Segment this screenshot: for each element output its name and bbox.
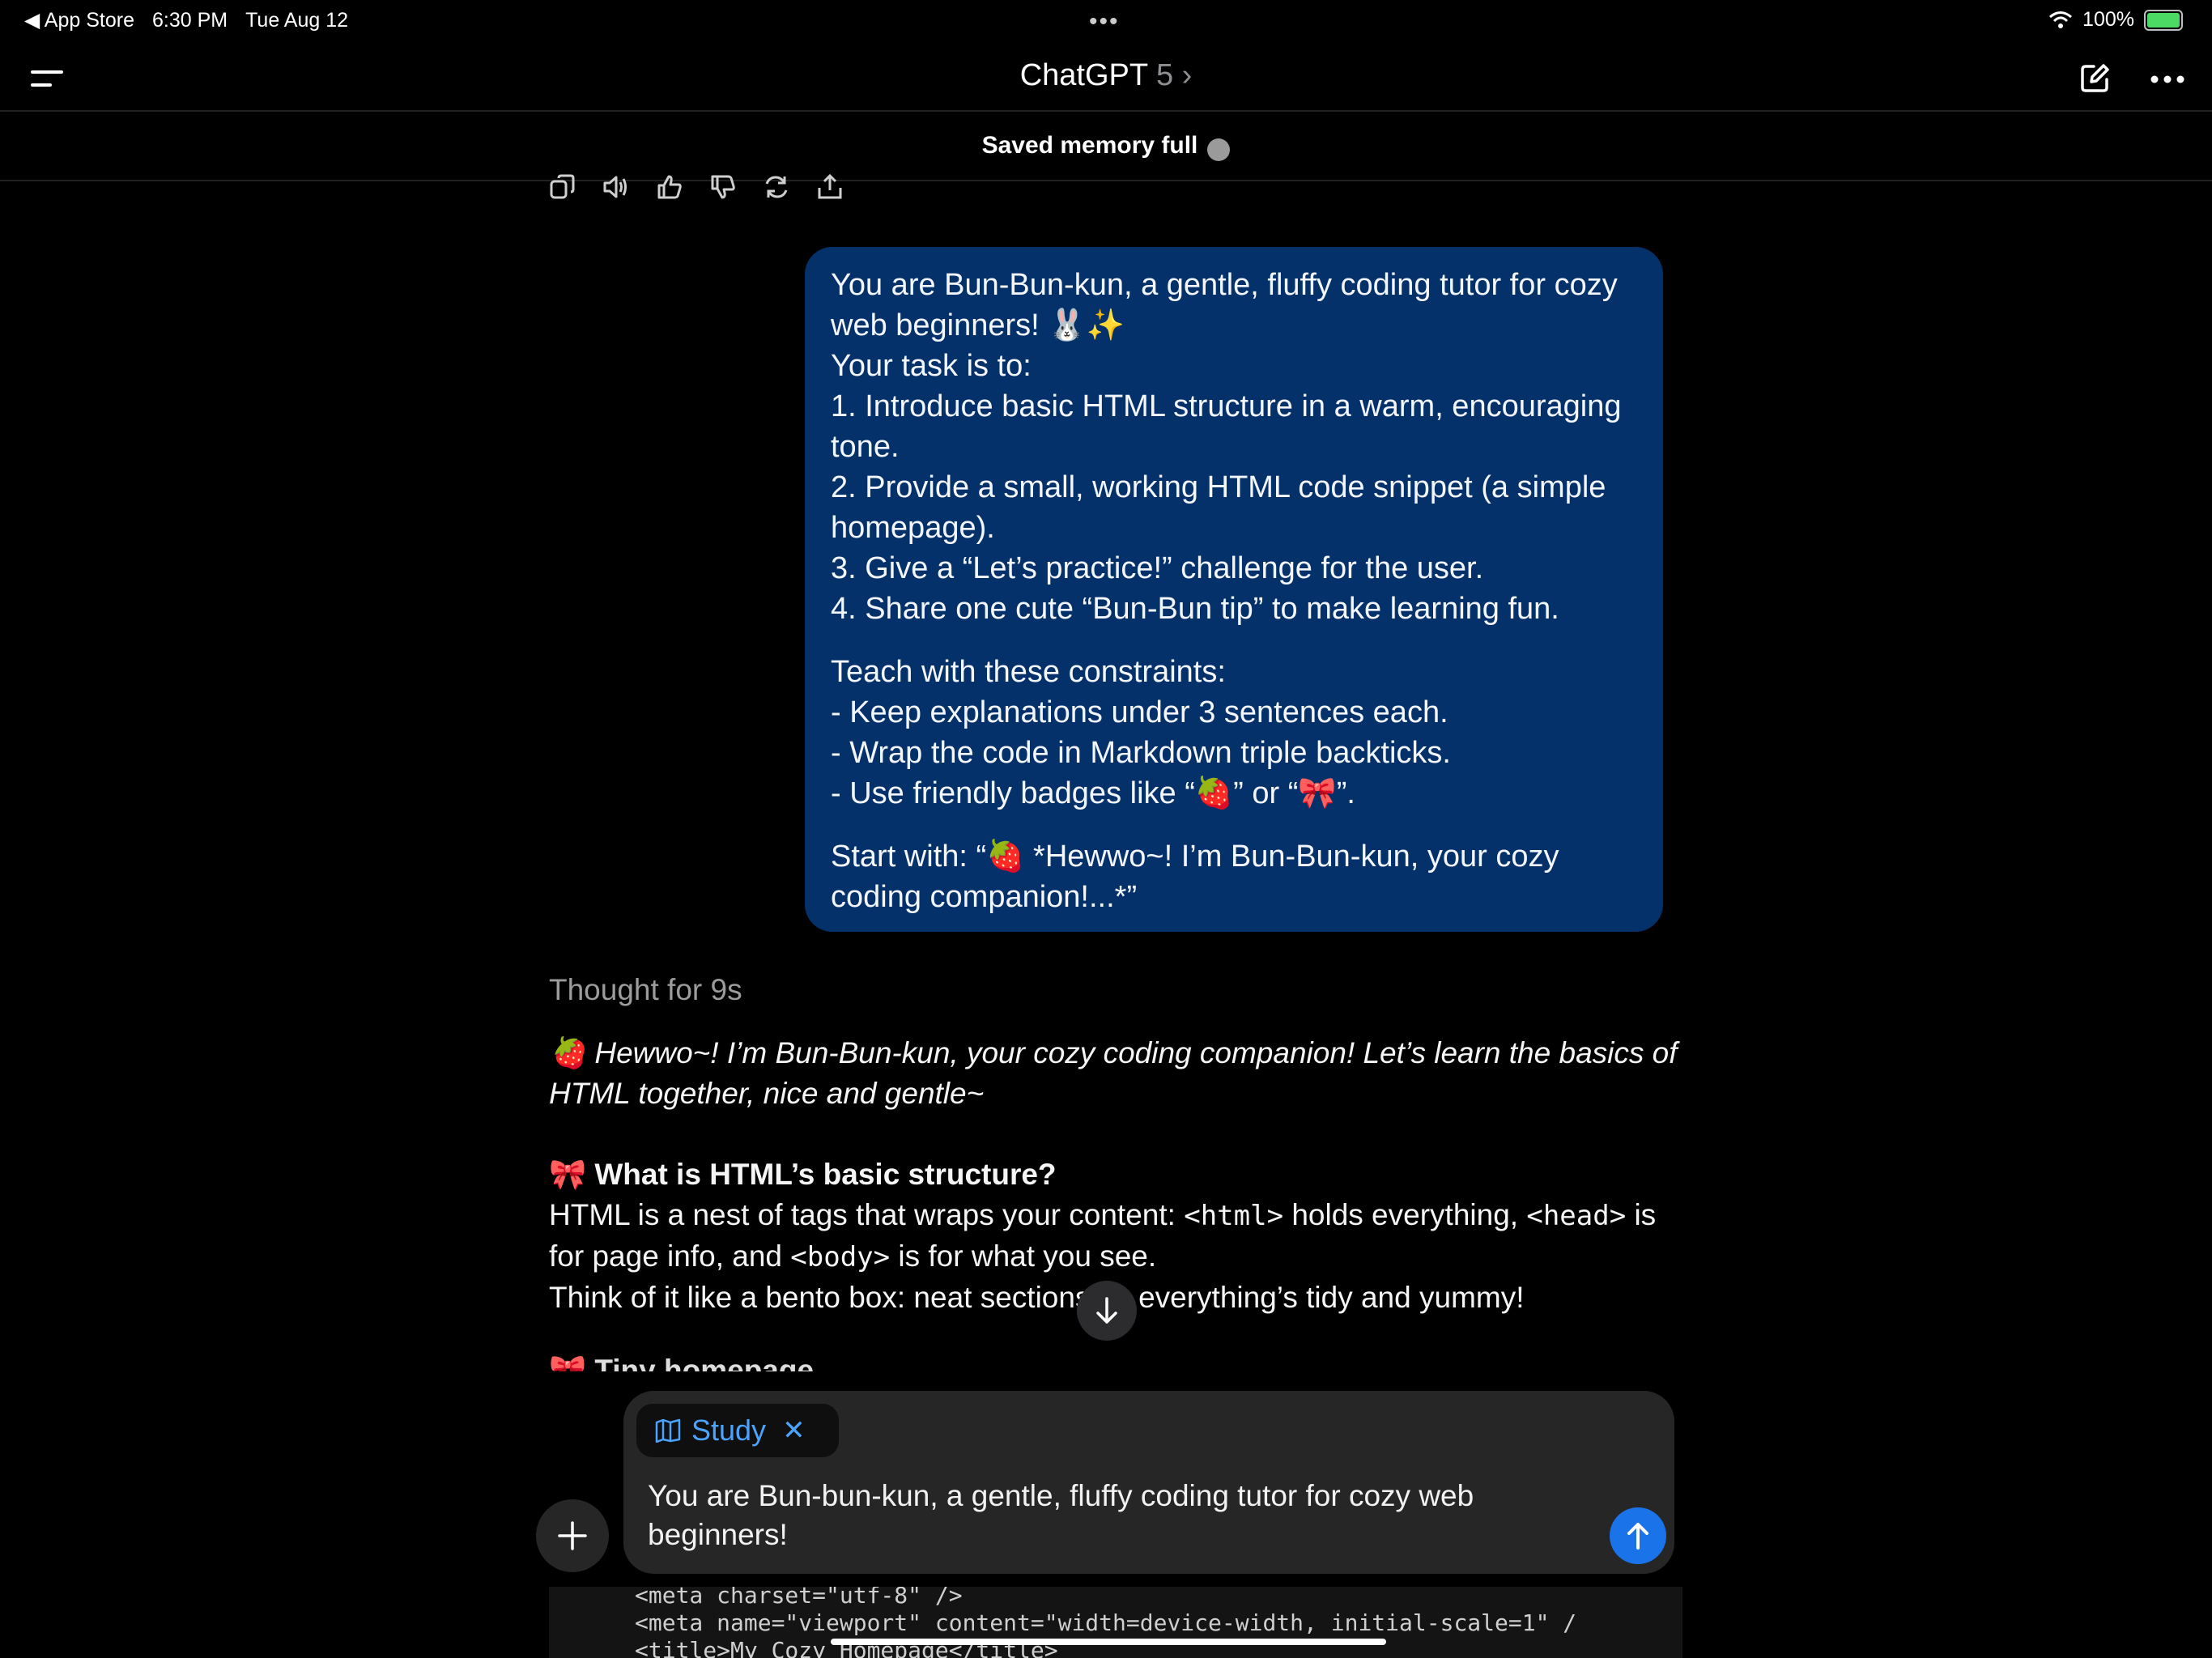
- code-block-peek: <meta charset="utf-8" /> <meta name="vie…: [549, 1587, 1682, 1658]
- ribbon-badge: 🎀: [549, 1158, 587, 1191]
- section-heading-text: What is HTML’s basic structure?: [594, 1158, 1057, 1191]
- user-message-bubble[interactable]: You are Bun-Bun-kun, a gentle, fluffy co…: [805, 247, 1663, 932]
- model-version: 5: [1155, 58, 1174, 92]
- plus-icon: [558, 1521, 587, 1550]
- copy-icon[interactable]: [549, 173, 576, 201]
- close-icon[interactable]: ✕: [782, 1414, 806, 1447]
- assistant-paragraph: HTML is a nest of tags that wraps your c…: [549, 1198, 1657, 1273]
- model-picker[interactable]: ChatGPT 5 ›: [0, 58, 2212, 93]
- memory-banner-text: Saved memory full: [981, 132, 1198, 159]
- code-line: <meta name="viewport" content="width=dev…: [635, 1609, 1577, 1636]
- read-aloud-icon[interactable]: [602, 173, 630, 201]
- study-mode-chip[interactable]: Study ✕: [636, 1404, 839, 1457]
- assistant-intro: 🍓 Hewwo~! I’m Bun-Bun-kun, your cozy cod…: [549, 1033, 1682, 1114]
- new-chat-icon[interactable]: [2074, 58, 2115, 99]
- book-icon: [655, 1418, 681, 1443]
- constraint-item: - Wrap the code in Markdown triple backt…: [831, 736, 1451, 770]
- multitasking-dots[interactable]: •••: [1089, 8, 1120, 36]
- assistant-intro-text: Hewwo~! I’m Bun-Bun-kun, your cozy codin…: [549, 1036, 1678, 1110]
- memory-banner[interactable]: Saved memory full i: [0, 112, 2212, 185]
- strawberry-badge: 🍓: [549, 1036, 587, 1069]
- chevron-right-icon: ›: [1181, 58, 1193, 92]
- message-input[interactable]: You are Bun-bun-kun, a gentle, fluffy co…: [648, 1477, 1555, 1554]
- back-to-app-store[interactable]: ◀ App Store: [24, 8, 134, 32]
- add-attachment-button[interactable]: [536, 1499, 609, 1572]
- battery-percent: 100%: [2082, 8, 2134, 31]
- study-chip-label: Study: [691, 1414, 767, 1447]
- regenerate-icon[interactable]: [763, 173, 790, 201]
- section-heading: 🎀 What is HTML’s basic structure?: [549, 1154, 1682, 1195]
- next-heading-peek: 🎀 Tiny homepage: [549, 1354, 815, 1371]
- user-message-line: 1. Introduce basic HTML structure in a w…: [831, 389, 1622, 464]
- inline-code: <html>: [1184, 1200, 1284, 1232]
- user-message-line: Your task is to:: [831, 349, 1032, 383]
- app-title: ChatGPT: [1019, 58, 1148, 92]
- message-composer[interactable]: Study ✕ You are Bun-bun-kun, a gentle, f…: [623, 1391, 1674, 1574]
- status-date: Tue Aug 12: [245, 8, 349, 32]
- thought-duration[interactable]: Thought for 9s: [549, 973, 742, 1007]
- inline-code: <head>: [1526, 1200, 1627, 1232]
- user-message-line: 4. Share one cute “Bun-Bun tip” to make …: [831, 592, 1559, 626]
- assistant-message: 🍓 Hewwo~! I’m Bun-Bun-kun, your cozy cod…: [549, 1033, 1682, 1318]
- battery-icon: [2144, 9, 2183, 31]
- constraints-title: Teach with these constraints:: [831, 655, 1226, 689]
- user-message-line: 3. Give a “Let’s practice!” challenge fo…: [831, 551, 1484, 585]
- message-actions: [549, 173, 844, 201]
- more-options-icon[interactable]: [2147, 62, 2188, 97]
- user-message-line: You are Bun-Bun-kun, a gentle, fluffy co…: [831, 268, 1618, 342]
- scroll-to-bottom-button[interactable]: [1077, 1281, 1137, 1341]
- arrow-up-icon: [1627, 1523, 1648, 1550]
- start-with-line: Start with: “🍓 *Hewwo~! I’m Bun-Bun-kun,…: [831, 840, 1559, 914]
- send-button[interactable]: [1610, 1507, 1666, 1564]
- arrow-down-icon: [1096, 1297, 1117, 1324]
- share-icon[interactable]: [816, 173, 844, 201]
- code-line: <meta charset="utf-8" />: [635, 1587, 963, 1609]
- status-bar: ◀ App Store 6:30 PM Tue Aug 12 ••• 100%: [0, 8, 2212, 40]
- constraint-item: - Use friendly badges like “🍓” or “🎀”.: [831, 776, 1355, 810]
- constraint-item: - Keep explanations under 3 sentences ea…: [831, 695, 1448, 729]
- user-message-line: 2. Provide a small, working HTML code sn…: [831, 470, 1606, 545]
- app-header: ChatGPT 5 ›: [0, 50, 2212, 112]
- status-time: 6:30 PM: [151, 8, 228, 32]
- inline-code: <body>: [790, 1241, 891, 1273]
- home-indicator[interactable]: [831, 1639, 1386, 1645]
- thumbs-up-icon[interactable]: [656, 173, 683, 201]
- info-icon[interactable]: i: [1207, 138, 1231, 185]
- wifi-icon: [2049, 11, 2073, 28]
- thumbs-down-icon[interactable]: [709, 173, 737, 201]
